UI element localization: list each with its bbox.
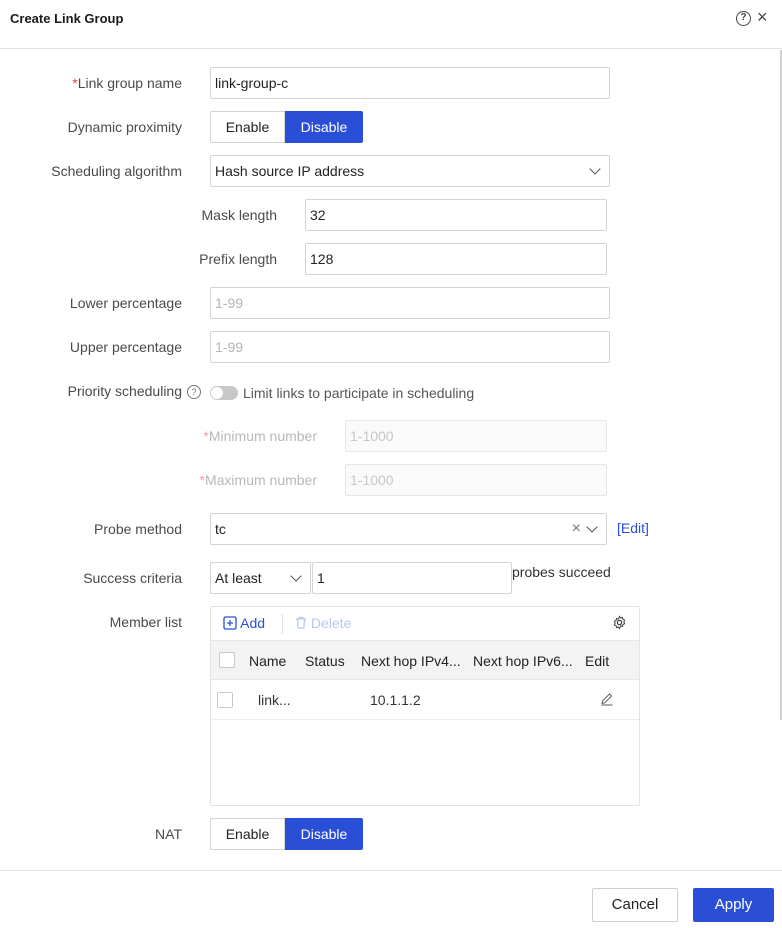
success-criteria-select[interactable]: At least (210, 562, 311, 594)
probe-method-value: tc (215, 521, 226, 537)
scheduling-algorithm-select[interactable]: Hash source IP address (210, 155, 610, 187)
help-icon[interactable]: ? (736, 11, 751, 26)
priority-scheduling-label: Priority scheduling (67, 383, 182, 399)
link-group-name-label: *Link group name (72, 75, 182, 91)
close-icon[interactable]: × (757, 7, 768, 27)
lower-percentage-input[interactable]: 1-99 (210, 287, 610, 319)
scheduling-algorithm-value: Hash source IP address (215, 163, 365, 179)
lower-percentage-label: Lower percentage (69, 295, 182, 311)
apply-button[interactable]: Apply (693, 888, 774, 922)
toolbar-divider (282, 614, 283, 634)
add-icon (223, 616, 237, 630)
dialog-header: Create Link Group ? × (0, 0, 782, 49)
delete-member-button[interactable]: Delete (295, 615, 351, 631)
dynamic-proximity-switch: Enable Disable (210, 111, 363, 143)
probe-method-edit-link[interactable]: [Edit] (617, 520, 649, 536)
trash-icon (296, 616, 306, 629)
nat-label: NAT (155, 826, 182, 842)
column-next-hop-ipv4[interactable]: Next hop IPv4... (361, 653, 461, 669)
prefix-length-label: Prefix length (199, 251, 277, 267)
nat-enable-button[interactable]: Enable (210, 818, 285, 850)
member-next-hop-ipv4: 10.1.1.2 (370, 692, 421, 708)
priority-scheduling-toggle-label: Limit links to participate in scheduling (243, 385, 475, 401)
dialog-title: Create Link Group (10, 11, 124, 26)
member-list-toolbar: Add Delete (211, 607, 639, 640)
add-member-button[interactable]: Add (223, 615, 265, 631)
column-status[interactable]: Status (305, 653, 345, 669)
chevron-down-icon (589, 163, 601, 175)
nat-switch: Enable Disable (210, 818, 363, 850)
dynamic-proximity-enable-button[interactable]: Enable (210, 111, 285, 143)
chevron-down-icon (586, 521, 598, 533)
probe-method-select[interactable]: tc × (210, 513, 607, 545)
probe-method-label: Probe method (94, 521, 182, 537)
question-icon[interactable]: ? (187, 385, 201, 399)
row-checkbox[interactable] (217, 692, 233, 708)
cancel-button[interactable]: Cancel (592, 888, 678, 922)
dynamic-proximity-disable-button[interactable]: Disable (285, 111, 363, 143)
delete-member-label: Delete (310, 615, 352, 631)
gear-icon[interactable] (612, 615, 627, 634)
column-edit: Edit (585, 653, 610, 669)
clear-icon[interactable]: × (572, 514, 581, 544)
minimum-number-label: *Minimum number (203, 428, 317, 444)
scheduling-algorithm-label: Scheduling algorithm (51, 163, 182, 179)
maximum-number-input: 1-1000 (345, 464, 607, 496)
nat-disable-button[interactable]: Disable (285, 818, 363, 850)
add-member-label: Add (240, 615, 266, 631)
mask-length-input[interactable]: 32 (305, 199, 607, 231)
dynamic-proximity-label: Dynamic proximity (67, 119, 182, 135)
minimum-number-input: 1-1000 (345, 420, 607, 452)
upper-percentage-input[interactable]: 1-99 (210, 331, 610, 363)
success-criteria-select-value: At least (215, 570, 262, 586)
member-name: link... (258, 692, 291, 708)
member-list-header: Name Status Next hop IPv4... Next hop IP… (211, 640, 639, 680)
priority-scheduling-toggle[interactable] (210, 386, 238, 400)
column-name[interactable]: Name (249, 653, 286, 669)
select-all-checkbox[interactable] (219, 652, 235, 668)
table-row: link... 10.1.1.2 (211, 680, 639, 720)
edit-icon[interactable] (599, 691, 615, 707)
column-next-hop-ipv6[interactable]: Next hop IPv6... (473, 653, 573, 669)
member-list-label: Member list (109, 614, 182, 630)
success-criteria-label: Success criteria (83, 570, 182, 586)
success-criteria-count-input[interactable]: 1 (312, 562, 512, 594)
link-group-name-input[interactable]: link-group-c (210, 67, 610, 99)
success-criteria-suffix: probes succeed (512, 564, 611, 580)
chevron-down-icon (290, 570, 302, 582)
upper-percentage-label: Upper percentage (69, 339, 182, 355)
mask-length-label: Mask length (201, 207, 277, 223)
prefix-length-input[interactable]: 128 (305, 243, 607, 275)
maximum-number-label: *Maximum number (199, 472, 317, 488)
member-list-table: Add Delete Name Status Next hop IPv4... … (210, 606, 640, 806)
